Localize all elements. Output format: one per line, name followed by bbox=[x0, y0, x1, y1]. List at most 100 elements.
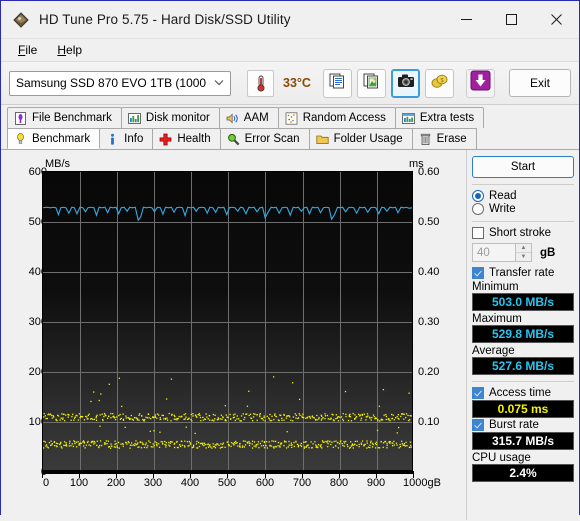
stepper-up-icon[interactable]: ▲ bbox=[516, 244, 531, 253]
tab-benchmark[interactable]: Benchmark bbox=[7, 128, 101, 149]
maximize-button[interactable] bbox=[489, 1, 534, 38]
access-time-point bbox=[44, 415, 47, 417]
checkbox-burst-rate[interactable]: Burst rate bbox=[472, 419, 574, 431]
access-time-point bbox=[283, 444, 285, 447]
checkbox-access-time[interactable]: Access time bbox=[472, 387, 574, 399]
copy-image-button[interactable] bbox=[357, 68, 386, 98]
tab-info[interactable]: Info bbox=[99, 128, 154, 149]
coins-button[interactable]: $ bbox=[425, 68, 454, 98]
access-time-point bbox=[324, 417, 326, 420]
access-time-point bbox=[202, 416, 204, 419]
access-time-point bbox=[205, 413, 207, 415]
tab-aam[interactable]: AAM bbox=[218, 107, 279, 128]
access-time-point bbox=[320, 444, 322, 446]
drive-select[interactable]: Samsung SSD 870 EVO 1TB (1000 gB) bbox=[9, 70, 231, 96]
short-stroke-value: 40 bbox=[477, 246, 490, 259]
radio-write[interactable]: Write bbox=[472, 203, 574, 215]
access-time-point bbox=[191, 420, 193, 422]
access-time-point bbox=[116, 416, 118, 418]
access-time-point bbox=[113, 446, 116, 448]
menu-file-rest: ile bbox=[25, 43, 38, 57]
short-stroke-stepper[interactable]: 40 ▲ ▼ bbox=[472, 243, 532, 262]
info-icon bbox=[106, 133, 119, 146]
access-time-point bbox=[70, 445, 72, 447]
access-time-point bbox=[177, 417, 179, 420]
access-time-point bbox=[220, 443, 222, 445]
access-time-point bbox=[306, 416, 308, 418]
access-time-point bbox=[300, 442, 303, 445]
access-time-point bbox=[121, 405, 123, 408]
trash-icon bbox=[419, 133, 432, 146]
tab-folder-usage[interactable]: Folder Usage bbox=[308, 128, 413, 149]
access-time-point bbox=[128, 417, 131, 420]
access-time-point bbox=[264, 420, 266, 422]
access-time-point bbox=[108, 383, 110, 385]
exit-button[interactable]: Exit bbox=[509, 69, 571, 97]
access-time-point bbox=[53, 444, 56, 447]
access-time-point bbox=[320, 446, 322, 448]
access-time-point bbox=[201, 444, 204, 446]
ytick-right-010: 0.10 bbox=[418, 416, 440, 428]
access-time-point bbox=[377, 418, 379, 421]
access-time-point bbox=[60, 417, 62, 419]
access-time-point bbox=[269, 445, 271, 447]
minimize-button[interactable] bbox=[444, 1, 489, 38]
access-time-value: 0.075 ms bbox=[472, 400, 574, 418]
access-time-point bbox=[299, 414, 301, 416]
access-time-point bbox=[117, 441, 120, 444]
drive-select-value: Samsung SSD 870 EVO 1TB (1000 gB) bbox=[16, 76, 210, 90]
access-time-point bbox=[341, 442, 343, 445]
start-button[interactable]: Start bbox=[472, 156, 574, 178]
save-download-button[interactable] bbox=[466, 68, 495, 98]
tab-file-benchmark[interactable]: File Benchmark bbox=[7, 107, 122, 128]
stepper-buttons[interactable]: ▲ ▼ bbox=[515, 244, 531, 261]
stepper-down-icon[interactable]: ▼ bbox=[516, 253, 531, 261]
access-time-point bbox=[57, 415, 60, 417]
access-time-point bbox=[165, 442, 167, 444]
access-time-point bbox=[369, 446, 371, 449]
access-time-point bbox=[280, 442, 283, 444]
access-time-point bbox=[361, 414, 364, 416]
disk-monitor-icon bbox=[127, 112, 141, 125]
access-time-point bbox=[263, 415, 265, 417]
exit-button-label: Exit bbox=[529, 76, 550, 90]
access-time-point bbox=[337, 420, 340, 422]
access-time-point bbox=[120, 443, 122, 445]
access-time-point bbox=[173, 414, 175, 416]
access-time-point bbox=[251, 443, 253, 445]
copy-text-button[interactable] bbox=[323, 68, 352, 98]
tab-disk-monitor[interactable]: Disk monitor bbox=[120, 107, 220, 128]
access-time-point bbox=[103, 412, 106, 415]
access-time-point bbox=[183, 418, 185, 420]
tab-health[interactable]: Health bbox=[152, 128, 221, 149]
access-time-point bbox=[82, 445, 85, 447]
copy-image-icon bbox=[363, 72, 380, 94]
access-time-point bbox=[153, 444, 155, 447]
tab-erase[interactable]: Erase bbox=[411, 128, 477, 149]
tab-extra-tests[interactable]: Extra tests bbox=[394, 107, 485, 128]
checkbox-short-stroke[interactable]: Short stroke bbox=[472, 227, 574, 239]
menu-help[interactable]: Help bbox=[48, 41, 91, 59]
tab-aam-label: AAM bbox=[243, 112, 269, 124]
access-time-point bbox=[82, 441, 84, 443]
tab-error-scan[interactable]: Error Scan bbox=[219, 128, 310, 149]
tab-random-access[interactable]: Random Access bbox=[277, 107, 396, 128]
screenshot-button[interactable] bbox=[391, 68, 420, 98]
access-time-point bbox=[270, 445, 272, 447]
access-time-point bbox=[103, 415, 105, 418]
checkbox-transfer-rate[interactable]: Transfer rate bbox=[472, 267, 574, 279]
access-time-point bbox=[382, 442, 385, 444]
access-time-point bbox=[340, 440, 342, 442]
access-time-point bbox=[122, 413, 124, 415]
speaker-icon bbox=[226, 112, 239, 125]
access-time-point bbox=[254, 413, 256, 415]
access-time-point bbox=[211, 447, 213, 449]
access-time-point bbox=[239, 446, 241, 448]
access-time-point bbox=[309, 417, 312, 419]
access-time-point bbox=[208, 414, 211, 417]
radio-read[interactable]: Read bbox=[472, 190, 574, 202]
close-button[interactable] bbox=[534, 1, 579, 38]
access-time-point bbox=[116, 445, 118, 447]
access-time-point bbox=[263, 441, 266, 443]
menu-file[interactable]: File bbox=[9, 41, 46, 59]
